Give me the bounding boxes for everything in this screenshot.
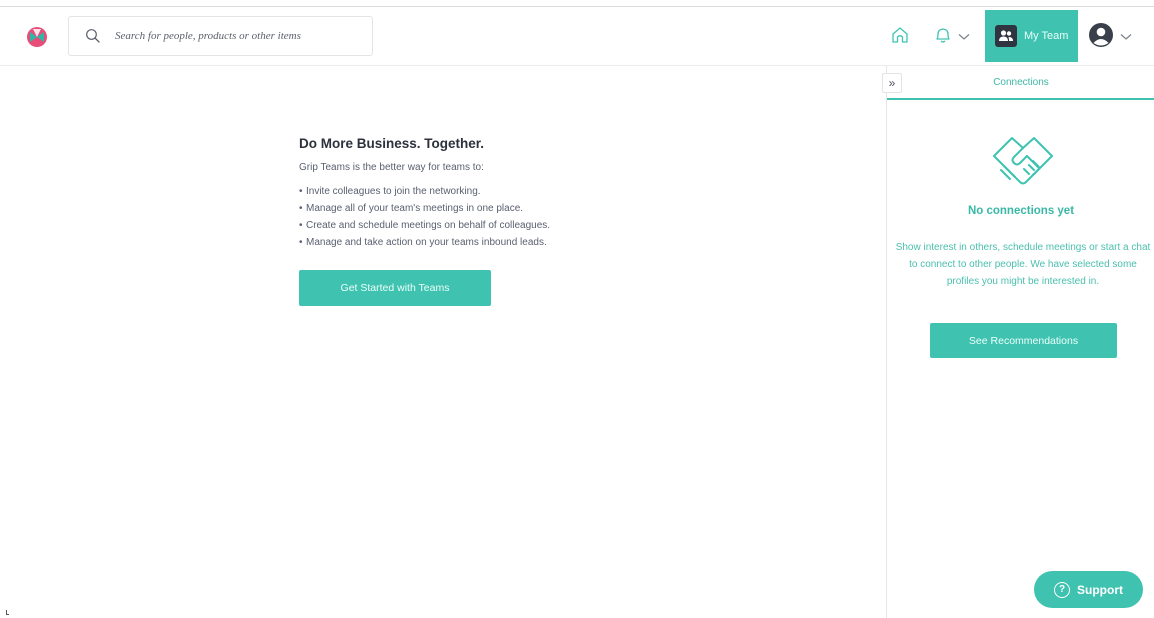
team-icon: [995, 25, 1017, 47]
resize-corner: [6, 610, 9, 615]
home-button[interactable]: [887, 24, 913, 50]
my-team-button[interactable]: My Team: [985, 10, 1078, 62]
home-icon: [890, 25, 910, 50]
benefits-list: Invite colleagues to join the networking…: [299, 183, 619, 251]
top-nav: My Team: [0, 7, 1154, 66]
empty-state-title: No connections yet: [967, 205, 1075, 217]
tab-connections[interactable]: Connections: [887, 66, 1154, 100]
profile-menu-button[interactable]: [1088, 22, 1138, 53]
list-item: Invite colleagues to join the networking…: [299, 183, 619, 200]
my-team-label: My Team: [1024, 30, 1069, 42]
page-title: Do More Business. Together.: [299, 136, 485, 151]
list-item: Manage all of your team's meetings in on…: [299, 200, 619, 217]
teams-intro: Do More Business. Together. Grip Teams i…: [299, 136, 619, 251]
logo-icon[interactable]: [26, 26, 48, 48]
help-circle-icon: ?: [1054, 581, 1070, 598]
collapse-panel-button[interactable]: »: [882, 73, 902, 93]
get-started-button[interactable]: Get Started with Teams: [299, 270, 491, 306]
chevron-down-icon: [958, 28, 970, 46]
chevron-down-icon: [1120, 28, 1132, 46]
search-icon: [85, 28, 101, 44]
support-label: Support: [1077, 582, 1123, 597]
notifications-button[interactable]: [932, 23, 976, 51]
connections-panel: Connections » No connections yet Show in…: [882, 66, 1154, 618]
avatar-icon: [1088, 22, 1114, 53]
empty-state-description: Show interest in others, schedule meetin…: [895, 242, 1151, 287]
bell-icon: [932, 24, 954, 51]
see-recommendations-button[interactable]: See Recommendations: [930, 323, 1117, 358]
search-input[interactable]: [115, 26, 365, 46]
list-item: Create and schedule meetings on behalf o…: [299, 217, 619, 234]
handshake-icon: [990, 130, 1056, 190]
search-bar[interactable]: [68, 16, 373, 56]
list-item: Manage and take action on your teams inb…: [299, 234, 619, 251]
support-button[interactable]: ? Support: [1034, 571, 1143, 608]
main-content: Do More Business. Together. Grip Teams i…: [0, 66, 886, 618]
intro-text: Grip Teams is the better way for teams t…: [299, 162, 484, 173]
